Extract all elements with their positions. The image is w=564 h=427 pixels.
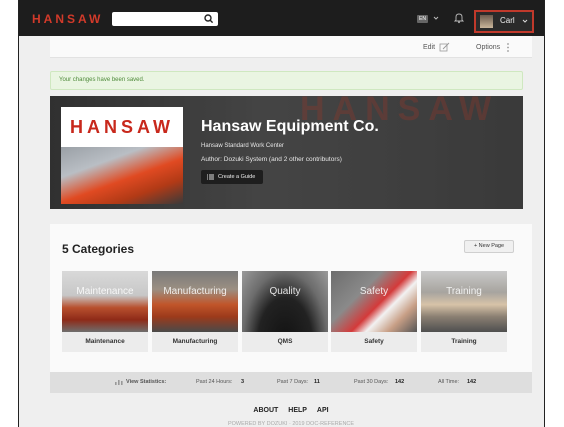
section-heading: 5 Categories (62, 242, 135, 256)
create-guide-button[interactable]: Create a Guide (201, 170, 263, 184)
user-menu[interactable]: Carl (474, 10, 534, 33)
category-image (152, 271, 238, 332)
top-navbar: HANSAW EN Carl (19, 0, 544, 36)
stat-alltime-value: 142 (467, 379, 477, 385)
category-image (331, 271, 417, 332)
edit-button[interactable]: Edit (423, 40, 450, 54)
bar-chart-icon (115, 380, 123, 385)
footer-link-help[interactable]: HELP (288, 407, 307, 414)
category-caption: Manufacturing (152, 332, 238, 352)
category-overlay-text: Maintenance (76, 286, 134, 297)
stat-30d-label: Past 30 Days: (354, 379, 389, 385)
success-alert: Your changes have been saved. (50, 71, 523, 90)
stat-24h-label: Past 24 Hours: (196, 379, 233, 385)
category-caption: Safety (331, 332, 417, 352)
footer-link-api[interactable]: API (317, 407, 329, 414)
bell-icon[interactable] (453, 12, 465, 24)
stat-7d-value: 11 (314, 379, 320, 385)
page-toolbar: Edit Options (50, 36, 532, 58)
edit-label: Edit (423, 43, 436, 51)
app-window: HANSAW EN Carl Edit Options Your changes… (18, 0, 545, 427)
page-footer: ABOUT HELP API POWERED BY DOZUKI · 2019 … (50, 393, 532, 427)
category-card-safety[interactable]: Safety Safety (331, 271, 417, 352)
footer-links: ABOUT HELP API (50, 407, 532, 414)
category-card-manufacturing[interactable]: Manufacturing Manufacturing (152, 271, 238, 352)
company-image-brand: HANSAW (70, 117, 174, 137)
stat-24h-value: 3 (241, 379, 245, 385)
options-label: Options (476, 43, 501, 51)
category-caption: Maintenance (62, 332, 148, 352)
chevron-down-icon (522, 19, 528, 23)
powered-by-text: POWERED BY DOZUKI · 2019 DOC-REFERENCE (227, 421, 355, 427)
footer-link-about[interactable]: ABOUT (253, 407, 278, 414)
avatar (480, 15, 493, 28)
category-overlay-text: Safety (359, 286, 389, 297)
user-name: Carl (500, 16, 515, 25)
statistics-bar: View Statistics: Past 24 Hours: 3 Past 7… (50, 372, 532, 393)
create-guide-label: Create a Guide (218, 174, 256, 180)
list-icon (207, 174, 214, 180)
stat-alltime-label: All Time: (438, 379, 460, 385)
company-banner: HANSAW HANSAW Hansaw Equipment Co. Hansa… (50, 96, 523, 209)
language-flag-icon[interactable]: EN (417, 15, 428, 23)
category-overlay-text: Training (446, 286, 482, 297)
category-card-qms[interactable]: Quality QMS (242, 271, 328, 352)
category-card-maintenance[interactable]: Maintenance Maintenance (62, 271, 148, 352)
options-button[interactable]: Options (476, 40, 510, 54)
category-image (421, 271, 507, 332)
new-page-button[interactable]: + New Page (464, 240, 514, 253)
page-title: Hansaw Equipment Co. (201, 118, 379, 135)
category-image (62, 271, 148, 332)
view-statistics-link[interactable]: View Statistics: (126, 379, 166, 385)
more-vertical-icon (507, 42, 510, 52)
category-overlay-text: Manufacturing (163, 286, 227, 297)
stat-7d-label: Past 7 Days: (277, 379, 309, 385)
category-card-training[interactable]: Training Training (421, 271, 507, 352)
search-input[interactable] (112, 12, 218, 26)
company-image: HANSAW (61, 107, 183, 204)
category-caption: Training (421, 332, 507, 352)
search-icon[interactable] (203, 12, 215, 26)
category-caption: QMS (242, 332, 328, 352)
pencil-icon (439, 42, 450, 51)
stat-30d-value: 142 (395, 379, 405, 385)
categories-panel: 5 Categories + New Page Maintenance Main… (50, 224, 532, 372)
site-logo[interactable]: HANSAW (32, 12, 103, 26)
chevron-down-icon[interactable] (432, 12, 440, 24)
author-line[interactable]: Author: Dozuki System (and 2 other contr… (201, 156, 342, 163)
category-overlay-text: Quality (269, 286, 301, 297)
page-subtitle: Hansaw Standard Work Center (201, 143, 284, 149)
category-image (242, 271, 328, 332)
